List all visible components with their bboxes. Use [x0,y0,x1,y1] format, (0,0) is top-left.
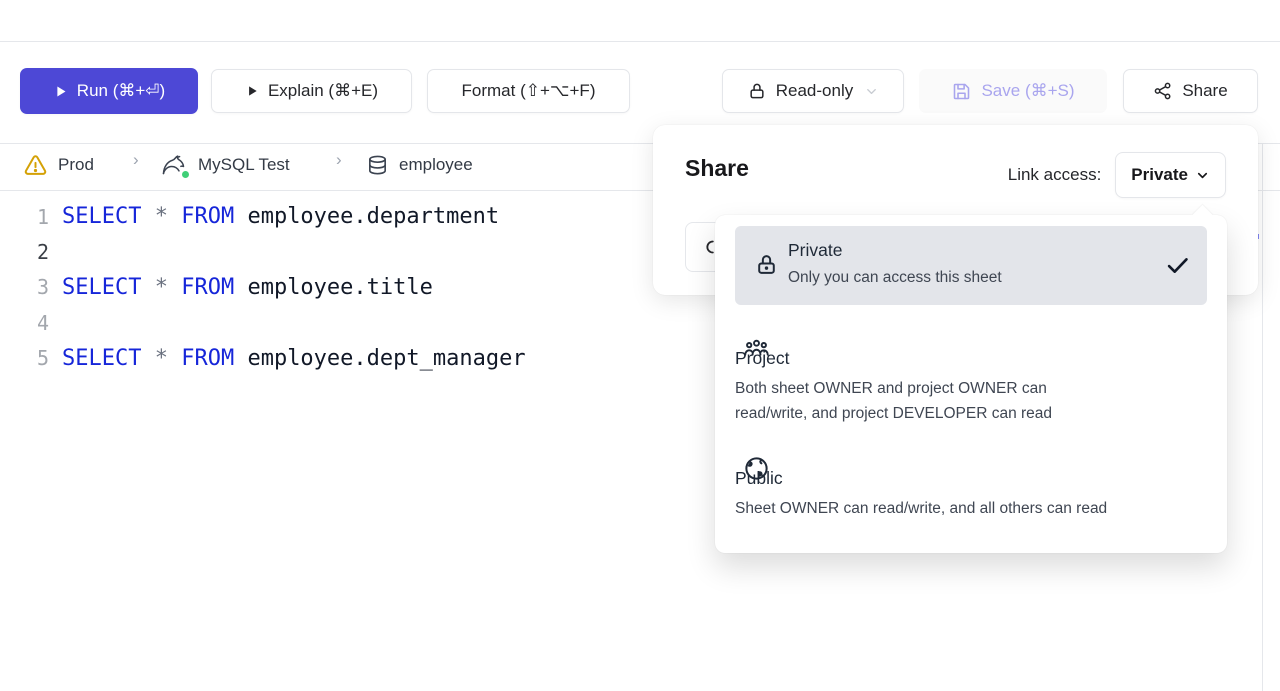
users-icon [743,335,770,362]
line-number: 3 [0,275,62,299]
sql-keyword: FROM [181,275,247,300]
option-description: Sheet OWNER can read/write, and all othe… [735,496,1119,521]
sql-identifier: employee.dept_manager [247,346,525,371]
save-button-label: Save (⌘+S) [981,81,1074,101]
sql-identifier: employee.department [247,204,499,229]
mysql-icon [160,152,188,178]
line-number: 4 [0,311,62,335]
option-title: Project [735,348,1207,369]
readonly-mode-dropdown[interactable]: Read-only [722,69,904,113]
option-description: Both sheet OWNER and project OWNER can r… [735,376,1119,426]
sql-operator: * [155,204,182,229]
menu-option-project[interactable]: Project Both sheet OWNER and project OWN… [735,330,1207,426]
instance-status-dot [181,170,190,179]
format-button-label: Format (⇧+⌥+F) [462,81,596,101]
breadcrumb-separator: › [133,150,139,170]
share-nodes-icon [1153,81,1173,101]
play-icon [245,84,259,98]
link-access-menu: Private Only you can access this sheet P… [715,215,1227,553]
code-line: 5 SELECT * FROM employee.dept_manager [0,341,526,376]
lock-icon [747,81,767,101]
option-title: Private [788,240,1002,261]
share-button-label: Share [1182,81,1227,101]
check-icon [1164,252,1191,279]
sql-keyword: SELECT [62,346,155,371]
run-button-label: Run (⌘+⏎) [77,81,165,101]
warning-triangle-icon [23,153,48,178]
sql-keyword: FROM [181,204,247,229]
menu-option-public[interactable]: Public Sheet OWNER can read/write, and a… [735,450,1207,521]
code-line: 4 [0,305,526,340]
format-button[interactable]: Format (⇧+⌥+F) [427,69,630,113]
save-button[interactable]: Save (⌘+S) [919,69,1107,113]
sql-keyword: FROM [181,346,247,371]
explain-button-label: Explain (⌘+E) [268,81,378,101]
option-description: Only you can access this sheet [788,265,1002,290]
sql-keyword: SELECT [62,275,155,300]
line-number-active: 2 [0,240,62,264]
lock-icon [754,252,779,277]
sql-identifier: employee.title [247,275,432,300]
database-label: employee [399,155,473,175]
sql-editor[interactable]: 1 SELECT * FROM employee.department 2 3 … [0,199,526,376]
globe-icon [743,455,770,482]
right-panel-divider [1262,143,1263,691]
share-popover-title: Share [685,155,749,182]
run-button[interactable]: Run (⌘+⏎) [20,68,198,114]
play-icon [53,84,68,99]
breadcrumb-environment[interactable]: Prod [23,152,94,178]
environment-label: Prod [58,155,94,175]
link-access-dropdown[interactable]: Private [1115,152,1226,198]
option-title: Public [735,468,1207,489]
instance-label: MySQL Test [198,155,290,175]
code-line: 3 SELECT * FROM employee.title [0,270,526,305]
explain-button[interactable]: Explain (⌘+E) [211,69,412,113]
sql-operator: * [155,275,182,300]
save-icon [951,81,972,102]
line-number: 1 [0,205,62,229]
readonly-label: Read-only [776,81,854,101]
breadcrumb-instance[interactable]: MySQL Test [160,152,290,178]
database-icon [366,154,389,177]
link-access-label: Link access: [1008,165,1102,185]
link-access-value: Private [1131,165,1188,185]
code-line: 2 [0,234,526,269]
share-button[interactable]: Share [1123,69,1258,113]
chevron-down-icon [864,84,879,99]
chevron-down-icon [1195,168,1210,183]
breadcrumb-database[interactable]: employee [366,152,473,178]
breadcrumb-separator: › [336,150,342,170]
code-line: 1 SELECT * FROM employee.department [0,199,526,234]
line-number: 5 [0,346,62,370]
topbar-divider [0,41,1280,42]
menu-option-private[interactable]: Private Only you can access this sheet [735,226,1207,305]
sql-operator: * [155,346,182,371]
sql-keyword: SELECT [62,204,155,229]
